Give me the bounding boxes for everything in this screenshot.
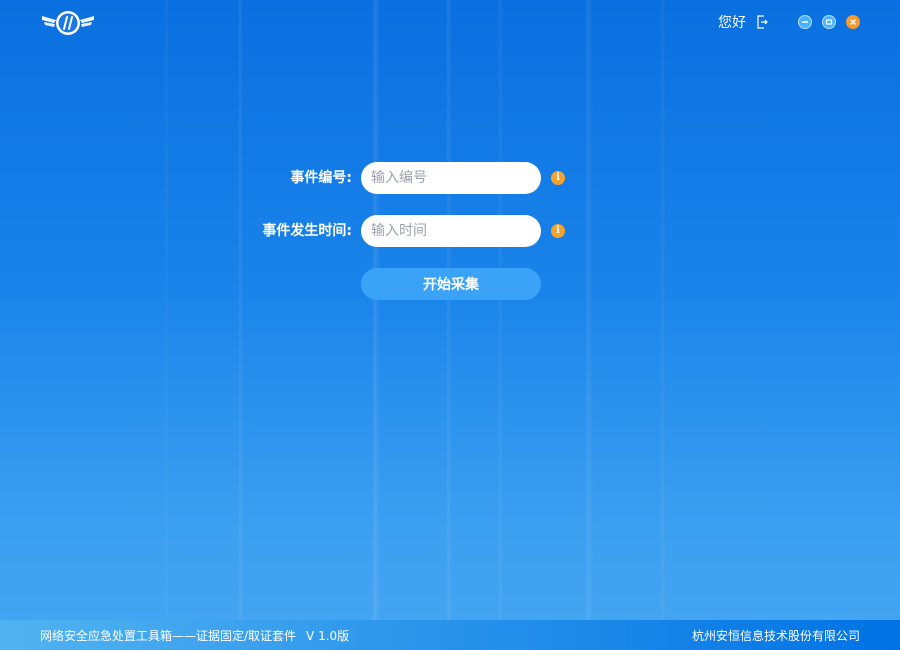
info-icon[interactable]: i bbox=[551, 224, 565, 238]
info-icon[interactable]: i bbox=[551, 171, 565, 185]
version-text: V 1.0版 bbox=[306, 628, 350, 643]
product-title: 网络安全应急处置工具箱——证据固定/取证套件 bbox=[40, 628, 297, 643]
greeting-text: 您好 bbox=[718, 15, 746, 31]
logout-icon[interactable] bbox=[756, 15, 768, 29]
event-id-input[interactable] bbox=[361, 162, 541, 194]
footer-left: 网络安全应急处置工具箱——证据固定/取证套件 V 1.0版 bbox=[40, 627, 349, 644]
close-icon[interactable] bbox=[846, 15, 860, 29]
event-time-input[interactable] bbox=[361, 215, 541, 247]
top-right-bar: 您好 bbox=[718, 12, 860, 32]
event-id-label: 事件编号: bbox=[290, 170, 352, 186]
wings-logo-icon bbox=[42, 11, 94, 35]
event-time-label: 事件发生时间: bbox=[262, 223, 352, 239]
maximize-icon[interactable] bbox=[822, 15, 836, 29]
footer-bar: 网络安全应急处置工具箱——证据固定/取证套件 V 1.0版 杭州安恒信息技术股份有… bbox=[0, 620, 900, 650]
start-collection-button[interactable]: 开始采集 bbox=[361, 268, 541, 300]
company-name: 杭州安恒信息技术股份有限公司 bbox=[691, 628, 860, 643]
minimize-icon[interactable] bbox=[798, 15, 812, 29]
background-streaks bbox=[0, 0, 900, 650]
